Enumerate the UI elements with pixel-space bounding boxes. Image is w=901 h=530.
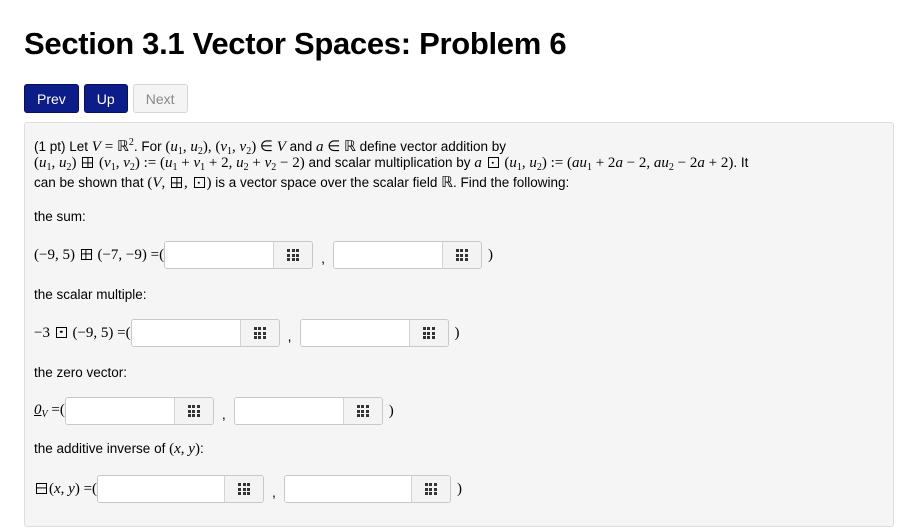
- zero-first-field: [64, 397, 214, 425]
- equation-editor-button[interactable]: [224, 476, 264, 502]
- sum-second-input[interactable]: [333, 242, 442, 268]
- equation-editor-button[interactable]: [239, 320, 279, 346]
- sum-first-input[interactable]: [165, 242, 274, 268]
- scalar-answer-row: −3 (−9, 5) =( , ): [34, 318, 460, 348]
- inverse-first-field: [97, 475, 265, 503]
- grid-icon: [422, 327, 435, 339]
- inverse-answer-row: (x, y) =( , ): [34, 474, 462, 504]
- scalar-first-field: [130, 319, 280, 347]
- zero-expression: 0V =(: [34, 402, 65, 420]
- zero-first-input[interactable]: [65, 398, 174, 424]
- zero-second-input[interactable]: [234, 398, 343, 424]
- inverse-label: the additive inverse of (x, y):: [34, 441, 204, 457]
- next-button[interactable]: Next: [132, 84, 188, 113]
- sum-label: the sum:: [34, 209, 86, 224]
- boxed-plus-icon: [171, 177, 182, 188]
- problem-text-line-3: can be shown that (V, , ) is a vector sp…: [34, 175, 570, 191]
- grid-icon: [356, 405, 369, 417]
- grid-icon: [287, 249, 300, 261]
- grid-icon: [238, 483, 251, 495]
- boxed-plus-icon: [80, 248, 92, 260]
- problem-navigation: Prev Up Next: [24, 84, 188, 113]
- equation-editor-button[interactable]: [173, 398, 213, 424]
- zero-label: the zero vector:: [34, 365, 128, 380]
- grid-icon: [253, 327, 266, 339]
- boxed-dot-icon: [55, 326, 67, 338]
- equation-editor-button[interactable]: [273, 242, 313, 268]
- inverse-expression: (x, y) =(: [34, 481, 97, 498]
- zero-answer-row: 0V =( , ): [34, 396, 394, 426]
- scalar-second-input[interactable]: [300, 320, 409, 346]
- grid-icon: [424, 483, 437, 495]
- points-label: (1 pt): [34, 139, 66, 154]
- sum-first-field: [164, 241, 314, 269]
- equation-editor-button[interactable]: [342, 398, 382, 424]
- boxed-minus-icon: [36, 482, 47, 494]
- equation-editor-button[interactable]: [408, 320, 448, 346]
- page-title: Section 3.1 Vector Spaces: Problem 6: [24, 26, 567, 61]
- boxed-plus-icon: [82, 157, 94, 168]
- equation-editor-button[interactable]: [441, 242, 481, 268]
- inverse-second-field: [283, 475, 451, 503]
- boxed-dot-icon: [193, 177, 205, 188]
- inverse-first-input[interactable]: [98, 476, 225, 502]
- scalar-expression: −3 (−9, 5) =(: [34, 324, 131, 341]
- grid-icon: [455, 249, 468, 261]
- boxed-dot-icon: [487, 157, 499, 168]
- zero-second-field: [233, 397, 383, 425]
- equation-editor-button[interactable]: [410, 476, 450, 502]
- up-button[interactable]: Up: [83, 84, 128, 113]
- problem-box: (1 pt) Let V = ℝ2. For (u1, u2), (v1, v2…: [24, 122, 894, 527]
- scalar-first-input[interactable]: [131, 320, 240, 346]
- sum-expression: (−9, 5) (−7, −9) =(: [34, 246, 165, 263]
- sum-second-field: [332, 241, 482, 269]
- inverse-second-input[interactable]: [284, 476, 411, 502]
- scalar-label: the scalar multiple:: [34, 287, 147, 302]
- grid-icon: [187, 405, 200, 417]
- sum-answer-row: (−9, 5) (−7, −9) =( , ): [34, 240, 493, 270]
- scalar-second-field: [299, 319, 449, 347]
- prev-button[interactable]: Prev: [24, 84, 79, 113]
